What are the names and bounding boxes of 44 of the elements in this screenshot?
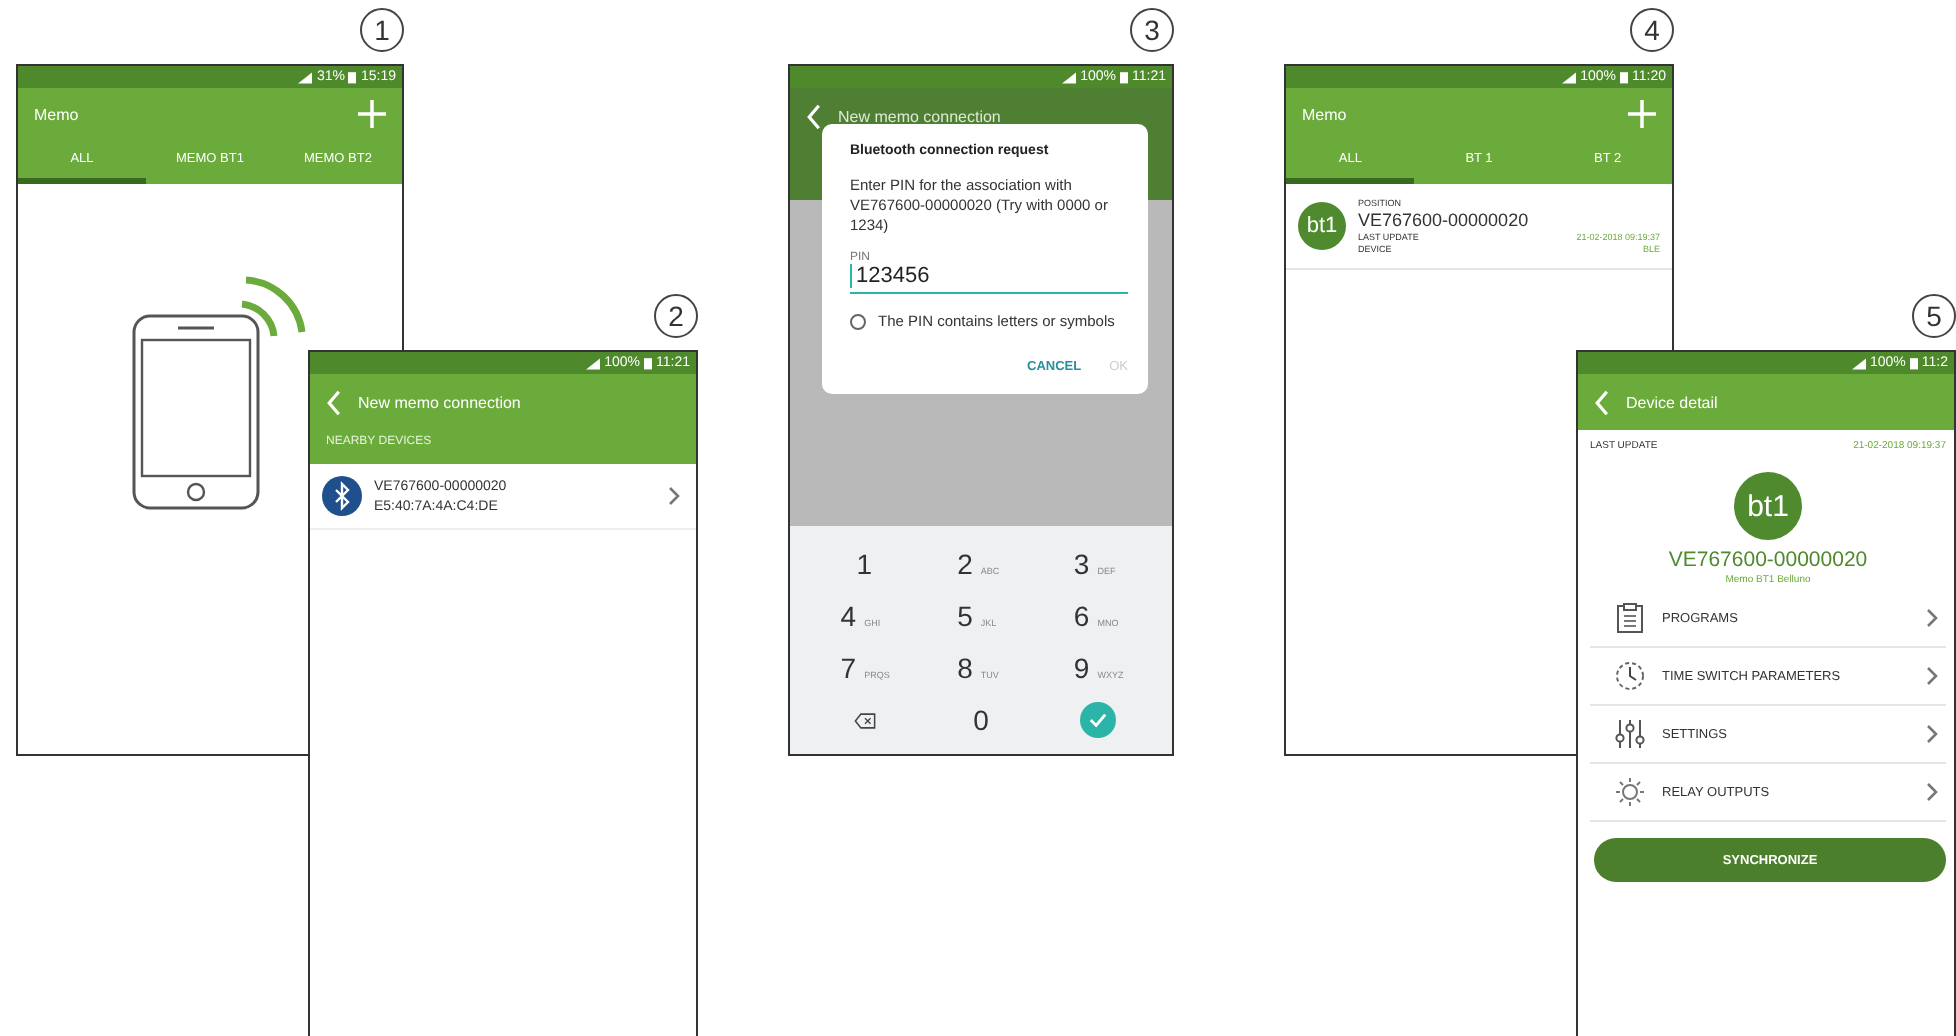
step-number: 4 — [1630, 8, 1674, 52]
sliders-icon — [1614, 718, 1646, 750]
battery-icon — [644, 356, 652, 370]
app-title: Device detail — [1626, 393, 1718, 411]
step-number: 1 — [360, 8, 404, 52]
step-number: 5 — [1912, 294, 1956, 338]
signal-icon — [1562, 71, 1577, 83]
back-icon[interactable] — [326, 390, 342, 416]
battery-icon — [1620, 70, 1628, 84]
back-icon[interactable] — [1594, 389, 1610, 415]
signal-icon — [1851, 357, 1866, 369]
add-icon[interactable] — [1628, 100, 1656, 128]
back-icon — [806, 104, 822, 130]
device-name: VE767600-00000020 — [1358, 210, 1531, 230]
step-number: 2 — [654, 294, 698, 338]
clipboard-icon — [1614, 602, 1646, 634]
chevron-icon — [668, 486, 680, 506]
clock-icon — [1614, 660, 1646, 692]
add-icon[interactable] — [358, 100, 386, 128]
device-name: VE767600-00000020 — [1666, 548, 1870, 572]
signal-icon — [586, 357, 601, 369]
keypad-key[interactable]: 1 — [806, 544, 923, 584]
bluetooth-icon — [322, 476, 362, 516]
battery-icon — [1120, 70, 1128, 84]
backspace-icon[interactable] — [853, 711, 876, 729]
chevron-icon — [1926, 608, 1938, 628]
chevron-icon — [1926, 782, 1938, 802]
battery-icon — [348, 70, 357, 84]
chevron-icon — [1926, 724, 1938, 744]
keypad-key[interactable]: 0 — [922, 700, 1040, 740]
device-badge: bt1 — [1298, 202, 1346, 250]
app-title: New memo connection — [358, 394, 521, 412]
sun-icon — [1614, 776, 1646, 808]
chevron-icon — [1926, 666, 1938, 686]
app-title: New memo connection — [838, 108, 1001, 126]
step-number: 3 — [1130, 8, 1174, 52]
app-title: Memo — [34, 105, 79, 123]
signal-icon — [1062, 71, 1077, 83]
signal-icon — [298, 71, 313, 83]
radio-button[interactable] — [850, 313, 866, 330]
done-icon[interactable] — [1079, 702, 1116, 738]
device-badge: bt1 — [1734, 472, 1802, 540]
battery-icon — [1909, 356, 1918, 370]
app-title: Memo — [1302, 105, 1347, 123]
